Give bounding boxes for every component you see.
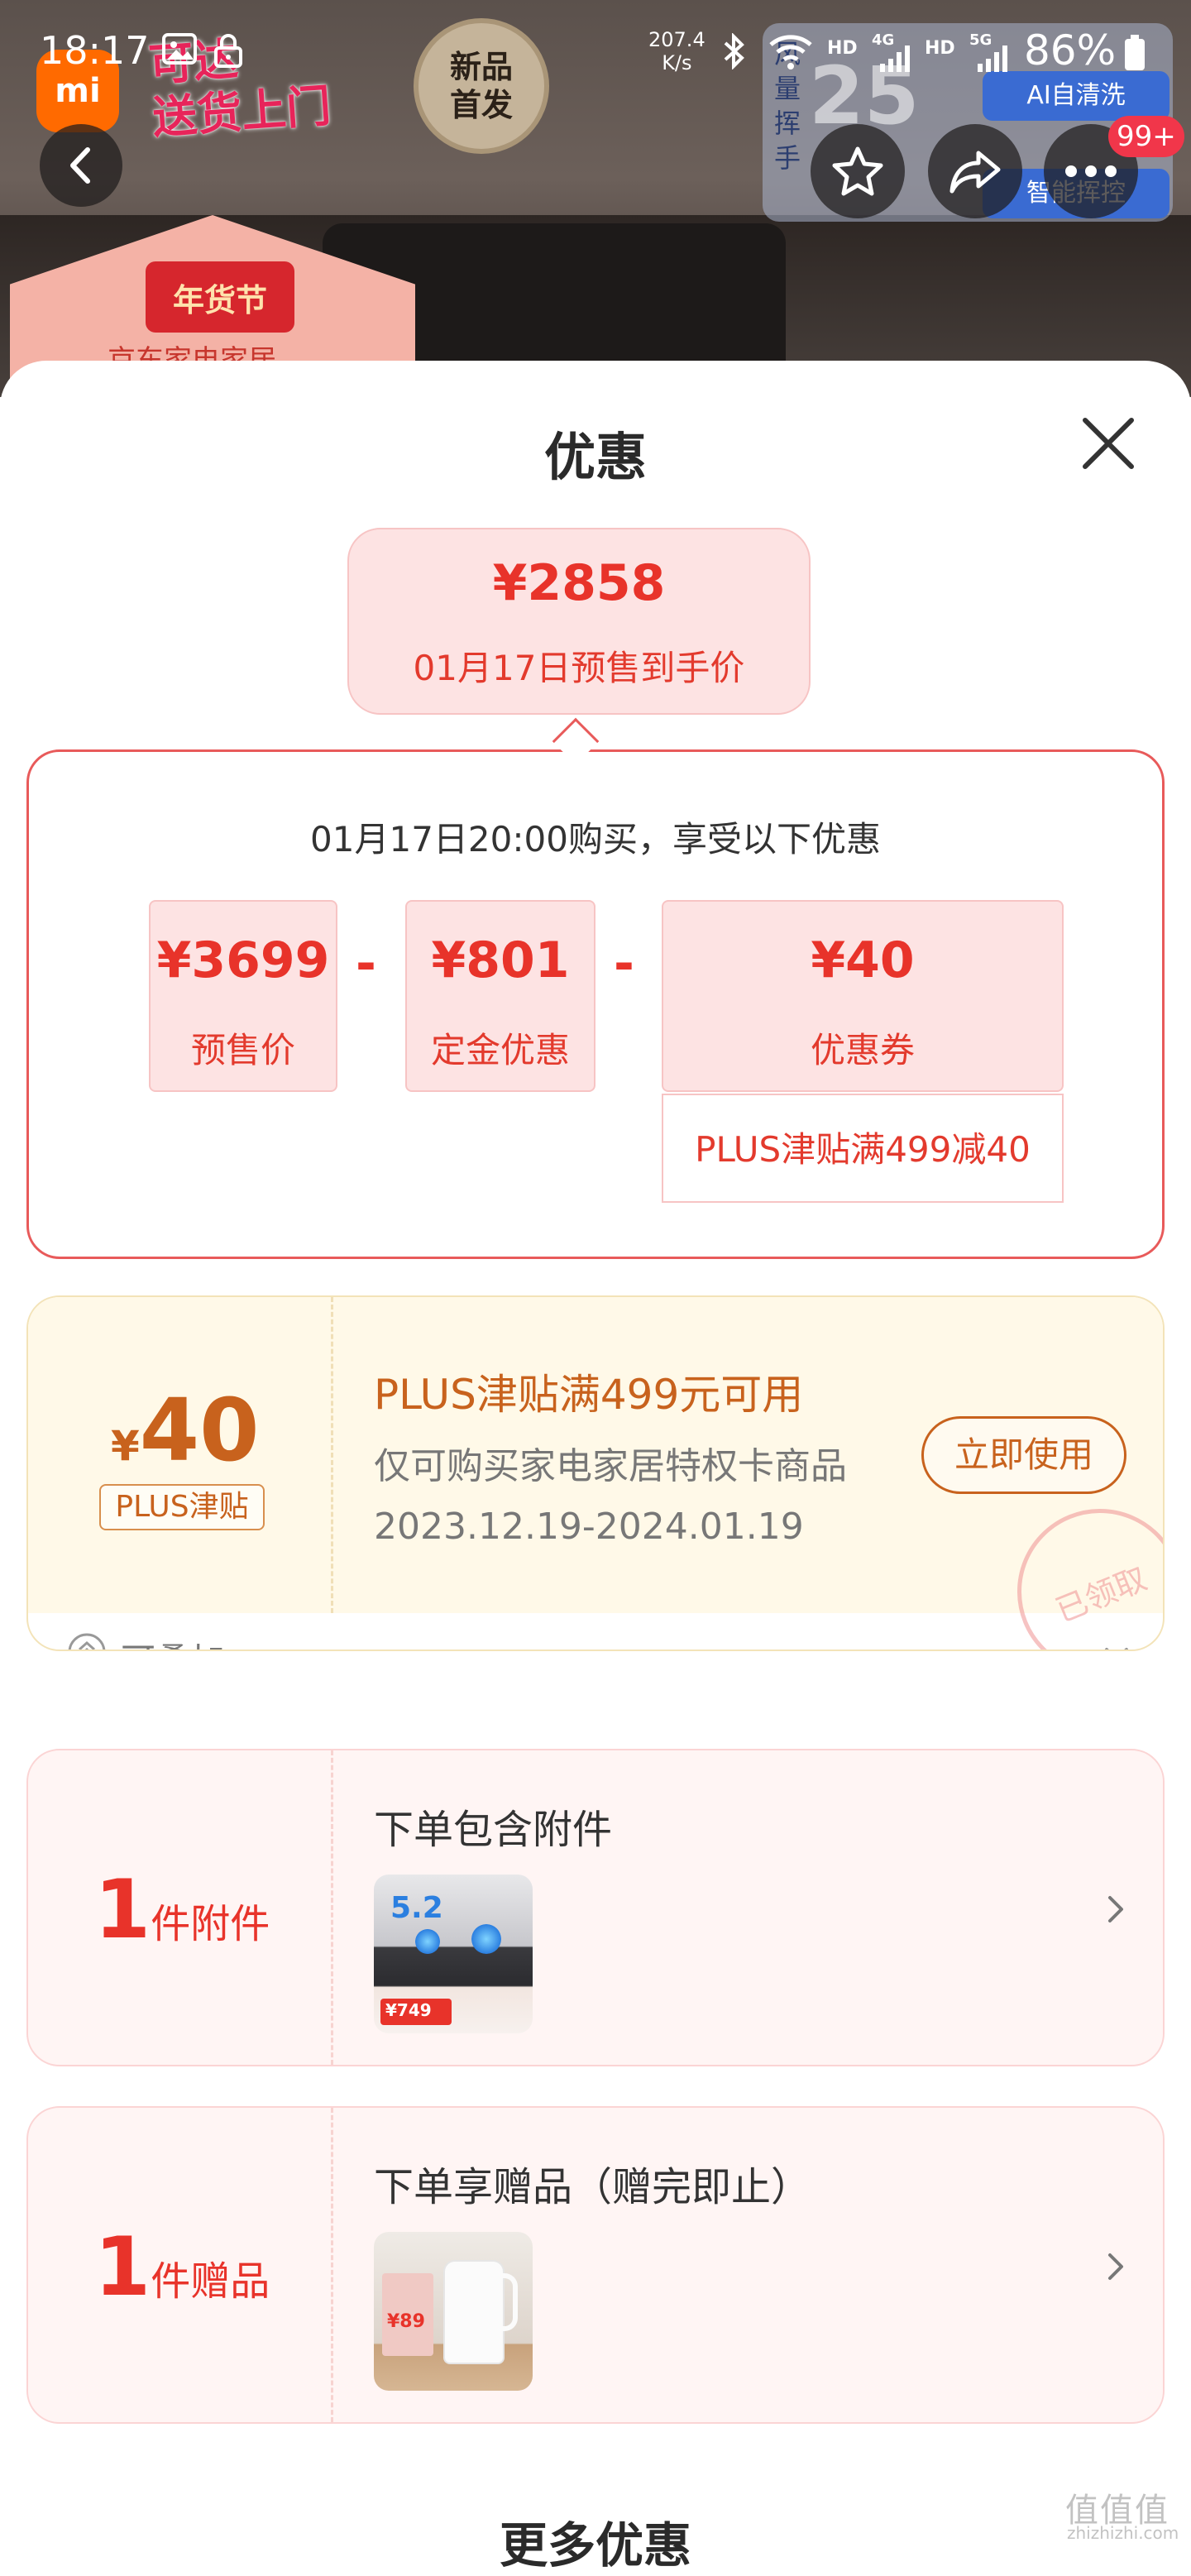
stackable-label: 可叠加 bbox=[121, 1633, 225, 1650]
presale-price-value: ¥3699 bbox=[156, 931, 330, 989]
chevron-right-icon bbox=[1108, 1896, 1123, 1922]
battery-icon bbox=[1123, 35, 1146, 77]
battery-level: 86% bbox=[1024, 26, 1117, 74]
signal-icon-1 bbox=[878, 45, 911, 78]
accessory-count-unit: 件附件 bbox=[151, 1901, 270, 1947]
lock-icon bbox=[213, 33, 243, 74]
gift-count-unit: 件赠品 bbox=[151, 2258, 270, 2305]
coupon-type-tag: PLUS津贴 bbox=[99, 1484, 265, 1530]
share-button[interactable] bbox=[928, 124, 1022, 218]
gallery-icon bbox=[162, 33, 197, 72]
coupon-value: 40 bbox=[139, 1380, 260, 1481]
more-discounts-title: 更多优惠 bbox=[499, 2517, 691, 2574]
kettle-handle bbox=[498, 2273, 518, 2331]
stove-image-text: 5.2 bbox=[390, 1891, 443, 1925]
bluetooth-icon bbox=[721, 32, 746, 75]
flame-right bbox=[471, 1924, 501, 1954]
accessory-card[interactable]: 1件附件 下单包含附件 5.2 ¥749 bbox=[26, 1749, 1165, 2066]
accessory-count-number: 1 bbox=[94, 1863, 151, 1957]
net-speed: 207.4 K/s bbox=[648, 28, 706, 74]
watermark-url: zhizhizhi.com bbox=[1067, 2523, 1179, 2543]
chevron-down-icon bbox=[1105, 1648, 1128, 1650]
more-dots-icon bbox=[1065, 165, 1117, 177]
coupon-currency: ¥ bbox=[111, 1422, 140, 1470]
presale-price-box: ¥3699 预售价 bbox=[149, 900, 337, 1092]
breakdown-heading: 01月17日20:00购买，享受以下优惠 bbox=[310, 819, 881, 859]
accessory-count: 1件附件 bbox=[94, 1863, 270, 1957]
message-count-badge: 99+ bbox=[1108, 116, 1184, 157]
chevron-left-icon bbox=[70, 147, 90, 184]
minus-operator-1: - bbox=[356, 935, 376, 993]
coupon-validity: 2023.12.19-2024.01.19 bbox=[374, 1506, 804, 1548]
gift-count-number: 1 bbox=[94, 2220, 151, 2315]
close-icon bbox=[1083, 418, 1134, 469]
coupon-title: PLUS津贴满499元可用 bbox=[374, 1371, 804, 1419]
flame-left bbox=[415, 1929, 440, 1954]
favorite-button[interactable] bbox=[811, 124, 905, 218]
accessory-divider bbox=[331, 1750, 333, 2065]
wifi-icon bbox=[768, 33, 814, 75]
gift-title: 下单享赠品（赠完即止） bbox=[374, 2164, 811, 2210]
signal-icon-2 bbox=[976, 45, 1009, 78]
coupon-discount-box: ¥40 优惠券 bbox=[662, 900, 1064, 1092]
coupon-description: 仅可购买家电家居特权卡商品 bbox=[374, 1445, 847, 1487]
share-icon bbox=[949, 151, 1001, 194]
back-button[interactable] bbox=[40, 124, 122, 207]
gift-thumbnail[interactable]: ¥89 bbox=[374, 2232, 533, 2391]
gift-divider bbox=[331, 2108, 333, 2422]
coupon-divider bbox=[331, 1297, 333, 1613]
deposit-discount-box: ¥801 定金优惠 bbox=[405, 900, 596, 1092]
plus-coupon-card: ¥40 PLUS津贴 PLUS津贴满499元可用 仅可购买家电家居特权卡商品 2… bbox=[26, 1295, 1165, 1651]
kettle-image: ¥89 bbox=[374, 2232, 533, 2391]
accessory-title: 下单包含附件 bbox=[374, 1807, 613, 1853]
kettle-price: ¥89 bbox=[387, 2311, 425, 2332]
hd-label-1: HD bbox=[827, 38, 858, 59]
use-coupon-button[interactable]: 立即使用 bbox=[921, 1416, 1126, 1494]
deposit-discount-value: ¥801 bbox=[431, 931, 570, 989]
coupon-discount-label: 优惠券 bbox=[810, 1030, 915, 1070]
festival-tag: 年货节 bbox=[146, 261, 294, 333]
coupon-amount: ¥40 bbox=[111, 1380, 260, 1481]
coupon-source-note: PLUS津贴满499减40 bbox=[662, 1094, 1064, 1203]
coupon-discount-value: ¥40 bbox=[811, 931, 915, 989]
gas-stove-image: 5.2 ¥749 bbox=[374, 1875, 533, 2033]
star-icon bbox=[832, 146, 883, 196]
sheet-title: 优惠 bbox=[543, 427, 647, 487]
final-price: ¥2858 bbox=[492, 554, 666, 612]
deposit-discount-label: 定金优惠 bbox=[430, 1030, 570, 1070]
stackable-row[interactable]: 可叠加 bbox=[28, 1613, 1163, 1650]
presale-price-label: 预售价 bbox=[190, 1030, 295, 1070]
stack-icon bbox=[68, 1633, 106, 1650]
gift-card[interactable]: 1件赠品 下单享赠品（赠完即止） ¥89 bbox=[26, 2106, 1165, 2424]
hd-label-2: HD bbox=[925, 38, 955, 59]
accessory-thumbnail[interactable]: 5.2 ¥749 bbox=[374, 1875, 533, 2033]
status-time: 18:17 bbox=[40, 28, 150, 73]
stove-price: ¥749 bbox=[385, 2000, 432, 2020]
gift-count: 1件赠品 bbox=[94, 2220, 270, 2315]
kettle-body bbox=[445, 2262, 503, 2363]
minus-operator-2: - bbox=[614, 935, 634, 993]
final-price-caption: 01月17日预售到手价 bbox=[413, 648, 745, 688]
status-bar: 18:17 207.4 K/s HD 4G HD 5G 86% bbox=[0, 0, 1191, 108]
chevron-right-icon bbox=[1108, 2253, 1123, 2280]
close-button[interactable] bbox=[1077, 412, 1140, 475]
final-price-bubble: ¥2858 01月17日预售到手价 bbox=[347, 528, 811, 715]
